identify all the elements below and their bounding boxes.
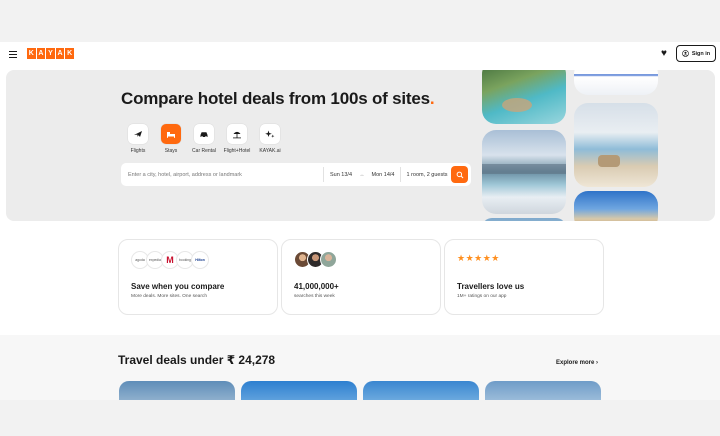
hero-title-text: Compare hotel deals from 100s of sites (121, 89, 430, 108)
explore-more-label: Explore more (556, 360, 595, 366)
sign-in-label: Sign in (691, 50, 711, 57)
card-title: Travellers love us (457, 282, 525, 291)
card-subtitle: More deals. More sites. One search (131, 294, 207, 299)
logo-letter: K (27, 48, 36, 59)
feature-card-compare: agoda expedia M booking Hilton Save when… (118, 239, 278, 315)
vertical-kayak-ai[interactable]: KAYAK.ai (255, 124, 285, 154)
date-arrow-icon: ↔ (359, 171, 365, 178)
star-rating-icon: ★★★★★ (457, 253, 500, 263)
beach-umbrella-icon (233, 131, 241, 139)
car-icon (200, 132, 208, 138)
logo-letter: A (55, 48, 65, 59)
vertical-label: Stays (164, 148, 178, 154)
vertical-label: Flights (130, 148, 146, 154)
partner-logo-hilton: Hilton (191, 251, 209, 269)
feature-card-searches: 41,000,000+ searches this week (281, 239, 441, 315)
traveller-avatars (294, 251, 337, 268)
checkout-date[interactable]: Mon 14/4 (366, 172, 400, 178)
vertical-car-rental[interactable]: Car Rental (189, 124, 219, 154)
logo-letter: Y (46, 48, 55, 59)
sign-in-button[interactable]: Sign in (676, 45, 716, 62)
vertical-label: KAYAK.ai (259, 148, 281, 154)
kayak-logo[interactable]: K A Y A K (27, 48, 74, 59)
hotel-search-form: Enter a city, hotel, airport, address or… (121, 163, 471, 186)
menu-icon[interactable] (9, 51, 17, 58)
heart-icon[interactable]: ♥ (661, 49, 667, 59)
user-icon (682, 50, 689, 57)
deal-card[interactable] (119, 381, 235, 400)
search-button[interactable] (451, 166, 468, 183)
deals-title: Travel deals under ₹ 24,278 (118, 353, 276, 367)
feature-card-ratings: ★★★★★ Travellers love us 1M+ ratings on … (444, 239, 604, 315)
search-icon (456, 171, 463, 178)
guests-selector[interactable]: 1 room, 2 guests (401, 172, 453, 178)
bed-icon (167, 132, 175, 138)
vertical-label: Car Rental (192, 148, 216, 154)
hero-title-dot: . (429, 89, 435, 108)
hero-title: Compare hotel deals from 100s of sites. (121, 89, 435, 109)
hotel-photo-coast (574, 191, 658, 221)
avatar (320, 251, 337, 268)
partner-logos: agoda expedia M booking Hilton (131, 251, 209, 269)
deal-card[interactable] (363, 381, 479, 400)
vertical-stays[interactable]: Stays (156, 124, 186, 154)
deal-card[interactable] (485, 381, 601, 400)
logo-letter: K (65, 48, 74, 59)
card-title: Save when you compare (131, 282, 225, 291)
deals-section (0, 335, 720, 400)
browser-gap-top (0, 0, 720, 42)
hero-section: Compare hotel deals from 100s of sites. … (6, 70, 715, 221)
page: K A Y A K ♥ Sign in Compare hotel deals … (0, 42, 720, 400)
vertical-flight-hotel[interactable]: Flight+Hotel (222, 124, 252, 154)
hotel-photo-terrace (574, 103, 658, 187)
deal-card[interactable] (241, 381, 357, 400)
card-subtitle: 1M+ ratings on our app (457, 294, 507, 299)
checkin-date[interactable]: Sun 13/4 (324, 172, 358, 178)
sparkle-icon (265, 130, 275, 138)
destination-input[interactable]: Enter a city, hotel, airport, address or… (121, 172, 323, 178)
explore-more-link[interactable]: Explore more › (556, 360, 598, 366)
hotel-photo-white-building (574, 70, 658, 95)
vertical-label: Flight+Hotel (223, 148, 251, 154)
hotel-photo-partial (482, 218, 566, 221)
vertical-flights[interactable]: Flights (123, 124, 153, 154)
hotel-photo-pool (482, 70, 566, 124)
hotel-photo-infinity-pool (482, 130, 566, 214)
browser-gap-bottom (0, 400, 720, 436)
logo-letter: A (36, 48, 46, 59)
card-title: 41,000,000+ (294, 282, 339, 291)
chevron-right-icon: › (596, 360, 599, 366)
card-subtitle: searches this week (294, 294, 335, 299)
plane-icon (134, 131, 142, 137)
